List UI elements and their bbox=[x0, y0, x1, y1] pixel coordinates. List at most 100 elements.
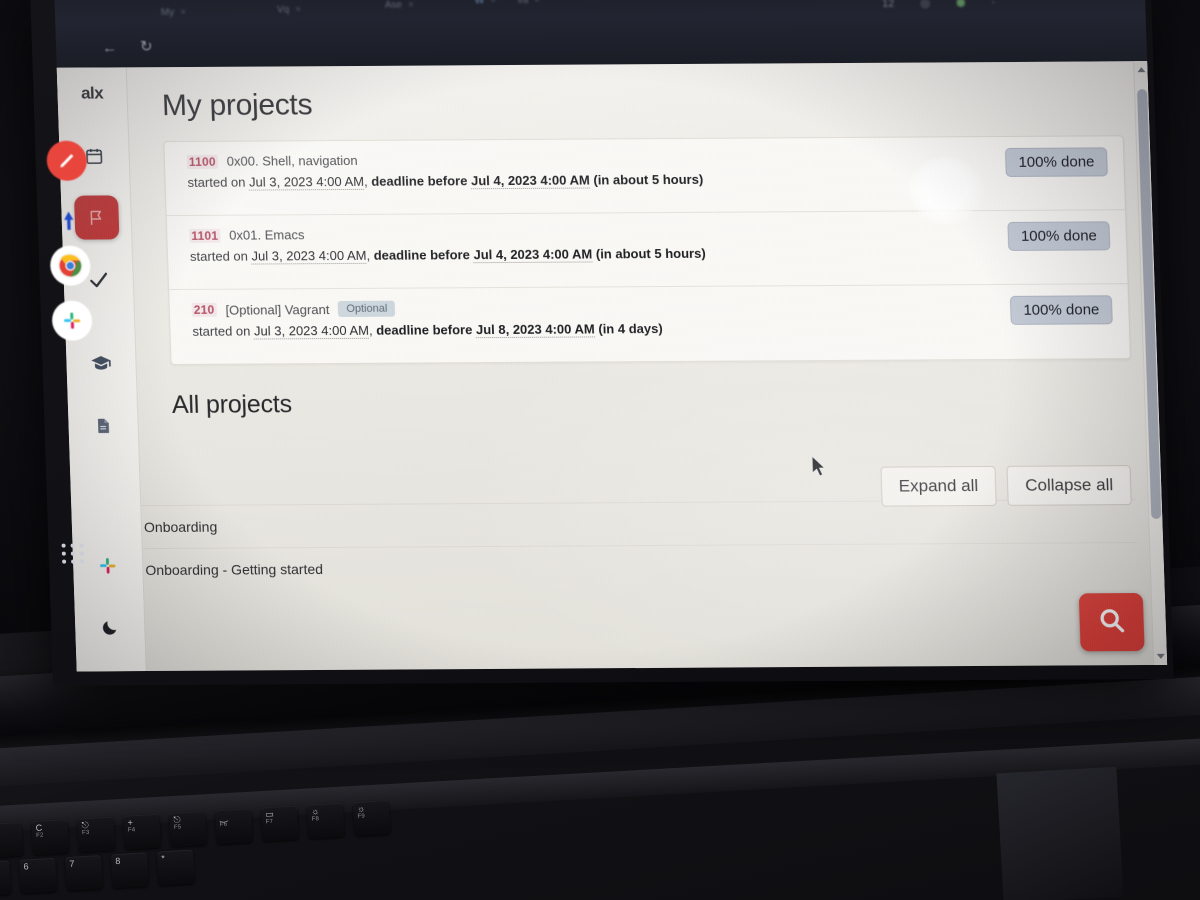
tray-target-icon[interactable]: ◎ bbox=[920, 0, 930, 10]
tab-close-icon[interactable]: × bbox=[180, 7, 186, 18]
slack-icon bbox=[97, 555, 119, 576]
alx-logo[interactable]: alx bbox=[81, 84, 104, 104]
key-f8: ☼ F8 bbox=[306, 802, 345, 839]
browser-viewport: alx My projects 1100 0x00. Shell, naviga… bbox=[56, 61, 1168, 672]
deadline-relative: (in 4 days) bbox=[594, 321, 663, 337]
status-badge: 100% done bbox=[1009, 295, 1113, 325]
tray-clock: 12 bbox=[881, 0, 895, 10]
list-item[interactable]: Onboarding bbox=[141, 499, 1138, 549]
started-date: Jul 3, 2023 4:00 AM bbox=[248, 173, 365, 191]
optional-badge: Optional bbox=[338, 300, 396, 317]
project-header: 1100 0x00. Shell, navigation bbox=[186, 148, 1108, 169]
project-id: 1100 bbox=[186, 154, 218, 169]
browser-tab[interactable]: Ase × bbox=[385, 0, 415, 24]
scroll-down-icon[interactable] bbox=[1156, 653, 1165, 659]
project-group-list: Onboarding Onboarding - Getting started bbox=[141, 499, 1139, 592]
laptop-screen: My× Vq× Ase× W× Va× Ase× ← ↻ intranet.al… bbox=[30, 0, 1174, 686]
key-f1: XF1 bbox=[0, 821, 24, 858]
table-row[interactable]: 1101 0x01. Emacs started on Jul 3, 2023 … bbox=[166, 210, 1128, 291]
status-badge: 100% done bbox=[1007, 221, 1111, 251]
page-title: My projects bbox=[161, 88, 313, 123]
project-meta: started on Jul 3, 2023 4:00 AM, deadline… bbox=[187, 171, 704, 191]
key-f3: ⎋ F3 bbox=[77, 816, 116, 853]
started-prefix: started on bbox=[187, 174, 250, 190]
project-id: 210 bbox=[191, 302, 217, 317]
list-item[interactable]: Onboarding - Getting started bbox=[142, 542, 1139, 592]
tab-label: Vq bbox=[276, 4, 290, 16]
tray-misc-icon[interactable]: ⋅ bbox=[991, 0, 995, 9]
search-fab-button[interactable] bbox=[1078, 592, 1145, 652]
moon-icon bbox=[100, 618, 120, 637]
sidebar-item-curriculum[interactable] bbox=[78, 341, 123, 385]
status-badge: 100% done bbox=[1005, 147, 1108, 177]
sidebar-item-tasks[interactable] bbox=[76, 257, 121, 301]
key-9: * bbox=[156, 849, 195, 886]
calendar-icon bbox=[84, 146, 104, 165]
main-content: My projects 1100 0x00. Shell, navigation… bbox=[127, 61, 1167, 671]
started-date: Jul 3, 2023 4:00 AM bbox=[253, 322, 370, 340]
tab-close-icon[interactable]: × bbox=[408, 0, 414, 11]
deadline-date: Jul 4, 2023 4:00 AM bbox=[470, 172, 591, 190]
flag-icon bbox=[87, 207, 106, 227]
sidebar-item-documents[interactable] bbox=[80, 403, 125, 447]
mouse-cursor bbox=[811, 454, 828, 483]
project-header: 210 [Optional] Vagrant Optional bbox=[191, 296, 1113, 318]
expand-all-button[interactable]: Expand all bbox=[880, 465, 997, 507]
all-projects-panel: Expand all Collapse all Onboarding Onboa… bbox=[140, 465, 1164, 592]
browser-tab[interactable]: Ase× bbox=[638, 0, 668, 12]
key-f9: ☼ F9 bbox=[352, 800, 391, 837]
tab-close-icon[interactable]: × bbox=[295, 4, 301, 15]
browser-tab[interactable]: Vq × bbox=[277, 4, 302, 28]
browser-chrome: My× Vq× Ase× W× Va× Ase× ← ↻ intranet.al… bbox=[54, 0, 1148, 68]
alx-intranet-page: alx My projects 1100 0x00. Shell, naviga… bbox=[56, 61, 1168, 672]
tab-label: W bbox=[474, 0, 485, 7]
project-meta: started on Jul 3, 2023 4:00 AM, deadline… bbox=[189, 245, 706, 265]
started-prefix: started on bbox=[192, 323, 255, 339]
tray-cortana-icon[interactable]: ⬢ bbox=[956, 0, 966, 9]
browser-tab[interactable]: My × bbox=[161, 7, 187, 31]
table-row[interactable]: 210 [Optional] Vagrant Optional started … bbox=[169, 284, 1130, 364]
back-arrow-icon[interactable]: ← bbox=[102, 39, 118, 56]
key-7: 7 bbox=[65, 854, 103, 892]
scroll-up-icon[interactable] bbox=[1137, 67, 1146, 73]
key-f7: ▭ F7 bbox=[260, 805, 299, 842]
sidebar-item-slack[interactable] bbox=[85, 543, 130, 587]
tab-close-icon[interactable]: × bbox=[490, 0, 496, 6]
search-icon bbox=[1096, 605, 1127, 640]
key-f6: ⏝ F6 bbox=[214, 808, 253, 845]
photo-scene: XF1 CF2 ⎋F3 +F4 ⎋F5 ⏝F6 ▭F7 ☼F8 ☼F9 5 6 … bbox=[0, 0, 1200, 900]
project-name[interactable]: 0x00. Shell, navigation bbox=[227, 153, 358, 169]
key-f4: + F4 bbox=[123, 813, 162, 850]
tab-label: Va bbox=[516, 0, 529, 7]
tab-label: Ase bbox=[384, 0, 403, 11]
my-projects-card: 1100 0x00. Shell, navigation started on … bbox=[163, 135, 1131, 366]
deadline-label: deadline before bbox=[371, 173, 472, 189]
project-name[interactable]: [Optional] Vagrant bbox=[225, 302, 329, 318]
deadline-label: deadline before bbox=[375, 322, 477, 338]
browser-navbar: ← ↻ intranet.alxswe.com bbox=[55, 23, 1147, 68]
alx-logo-text: alx bbox=[80, 83, 104, 103]
project-id: 1101 bbox=[189, 228, 221, 243]
browser-tab-active[interactable]: W × bbox=[475, 0, 497, 19]
project-header: 1101 0x01. Emacs bbox=[189, 222, 1110, 243]
started-prefix: started on bbox=[189, 248, 252, 264]
project-name[interactable]: 0x01. Emacs bbox=[229, 227, 305, 242]
tab-close-icon[interactable]: × bbox=[534, 0, 540, 6]
started-date: Jul 3, 2023 4:00 AM bbox=[251, 247, 367, 265]
deadline-label: deadline before bbox=[373, 247, 474, 263]
reload-icon[interactable]: ↻ bbox=[140, 37, 153, 55]
collapse-all-button[interactable]: Collapse all bbox=[1006, 465, 1132, 506]
key-f2: C F2 bbox=[31, 819, 70, 856]
key-f5: ⎋ F5 bbox=[169, 810, 207, 848]
table-row[interactable]: 1100 0x00. Shell, navigation started on … bbox=[164, 136, 1126, 217]
system-tray: 12 ◎ ⬢ ⋅ bbox=[882, 0, 995, 10]
browser-tab[interactable]: Va × bbox=[517, 0, 541, 19]
sidebar-item-calendar[interactable] bbox=[71, 133, 116, 177]
key-8: 8 bbox=[110, 852, 149, 889]
laptop-side-edge bbox=[996, 766, 1124, 900]
deadline-relative: (in about 5 hours) bbox=[591, 245, 706, 262]
deadline-relative: (in about 5 hours) bbox=[589, 171, 704, 188]
sidebar-item-projects[interactable] bbox=[73, 195, 119, 240]
deadline-date: Jul 8, 2023 4:00 AM bbox=[475, 321, 596, 339]
sidebar-item-theme[interactable] bbox=[87, 605, 132, 649]
